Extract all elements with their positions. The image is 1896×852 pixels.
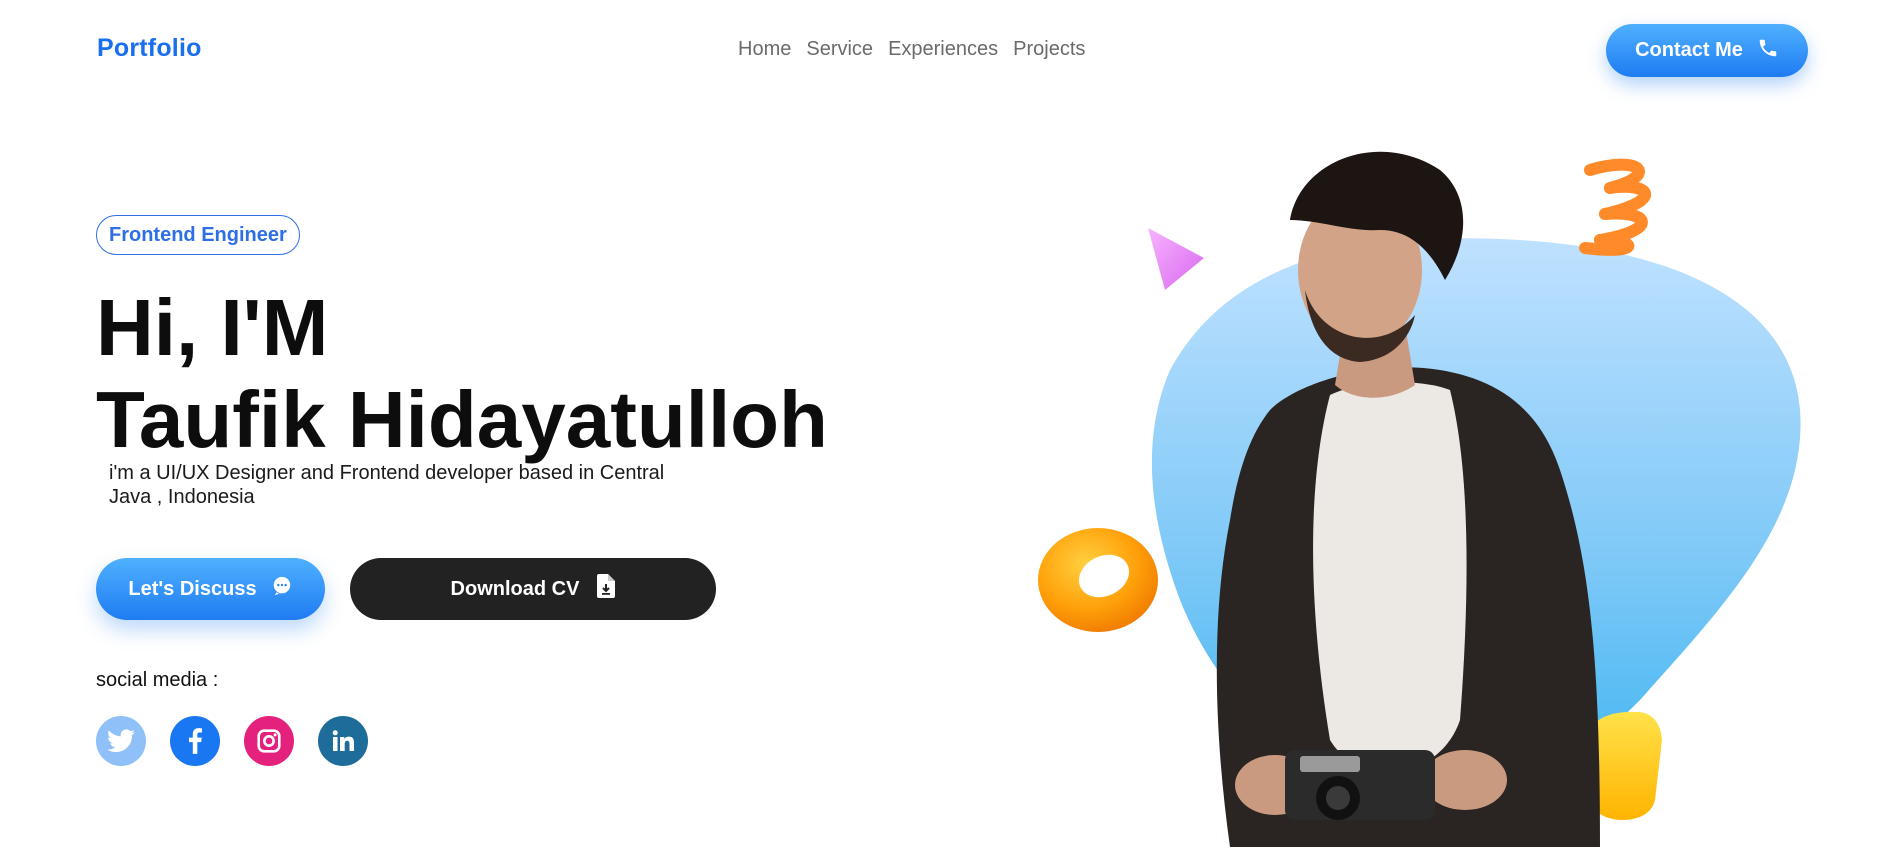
role-badge: Frontend Engineer [96,215,300,255]
nav-projects[interactable]: Projects [1013,38,1085,61]
nav-home[interactable]: Home [738,38,791,61]
yellow-cup-shape [1590,711,1662,820]
hero-illustration-svg [1038,151,1801,847]
file-download-icon [597,574,616,604]
hero-title: Hi, I'M Taufik Hidayatulloh [96,282,828,466]
orange-ring-shape [1038,528,1158,632]
nav-experiences[interactable]: Experiences [888,38,998,61]
hero-illustration [1000,140,1896,847]
instagram-link[interactable] [244,716,294,766]
contact-me-button[interactable]: Contact Me [1606,24,1808,77]
linkedin-link[interactable] [318,716,368,766]
contact-me-label: Contact Me [1635,39,1743,61]
phone-icon [1757,37,1779,65]
download-cv-button[interactable]: Download CV [350,558,716,620]
hero-title-line2: Taufik Hidayatulloh [96,375,828,464]
lets-discuss-label: Let's Discuss [128,577,257,600]
instagram-icon [257,729,281,753]
main-nav: Home Service Experiences Projects [738,38,1085,61]
lets-discuss-button[interactable]: Let's Discuss [96,558,325,620]
social-media-label: social media : [96,669,219,691]
download-cv-label: Download CV [450,577,580,600]
twitter-link[interactable] [96,716,146,766]
pink-cone-shape [1148,228,1204,290]
orange-spring-shape [1579,158,1651,256]
social-links [96,716,368,766]
twitter-icon [107,729,135,753]
hero-description: i'm a UI/UX Designer and Frontend develo… [109,462,665,508]
facebook-link[interactable] [170,716,220,766]
facebook-icon [188,728,202,754]
chat-icon [271,575,293,603]
site-logo[interactable]: Portfolio [97,34,202,63]
linkedin-icon [332,730,354,751]
nav-service[interactable]: Service [806,38,873,61]
hero-title-line1: Hi, I'M [96,283,329,372]
